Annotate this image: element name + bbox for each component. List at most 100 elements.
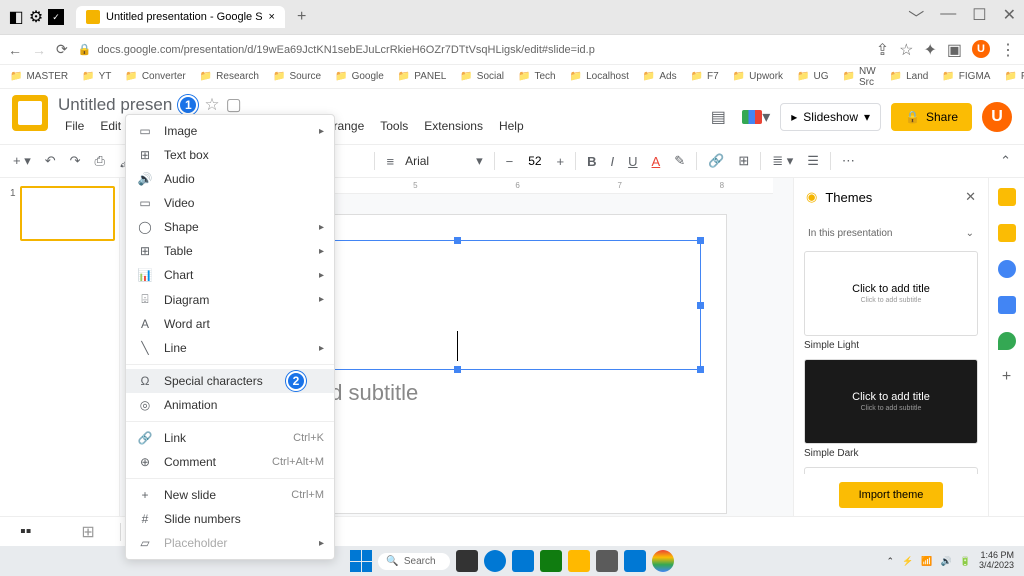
- task-app-icon[interactable]: [540, 550, 562, 572]
- browser-tab-active[interactable]: Untitled presentation - Google S ×: [76, 6, 285, 28]
- user-avatar[interactable]: U: [982, 102, 1012, 132]
- undo-icon[interactable]: ↶: [42, 150, 59, 172]
- link-icon[interactable]: 🔗: [705, 150, 727, 172]
- bookmark-item[interactable]: FIGMA: [942, 71, 990, 82]
- task-app-icon[interactable]: [456, 550, 478, 572]
- menu-edit[interactable]: Edit: [93, 117, 128, 135]
- font-size-input[interactable]: 52: [524, 154, 545, 168]
- ext-icon-1[interactable]: ◧: [8, 9, 24, 25]
- add-on-icon[interactable]: +: [998, 368, 1016, 386]
- menu-help[interactable]: Help: [492, 117, 531, 135]
- comment-history-icon[interactable]: ▤: [704, 103, 732, 131]
- menu-insert-image[interactable]: ▭Image▸: [126, 119, 334, 143]
- bookmark-item[interactable]: Source: [273, 71, 321, 82]
- maps-icon[interactable]: [998, 332, 1016, 350]
- align-icon[interactable]: ≣ ▾: [769, 150, 796, 172]
- theme-streamline[interactable]: Click to add title: [804, 467, 978, 474]
- menu-extensions[interactable]: Extensions: [417, 117, 490, 135]
- reader-icon[interactable]: ▣: [947, 40, 962, 60]
- bookmark-item[interactable]: Social: [460, 71, 504, 82]
- menu-insert-link[interactable]: 🔗LinkCtrl+K: [126, 426, 334, 450]
- menu-insert-animation[interactable]: ◎Animation: [126, 393, 334, 417]
- nav-back-icon[interactable]: ←: [8, 42, 22, 58]
- line-spacing-icon[interactable]: ☰: [804, 150, 822, 172]
- menu-insert-shape[interactable]: ◯Shape▸: [126, 215, 334, 239]
- filmstrip-view-icon[interactable]: ▪▪: [20, 523, 31, 541]
- comment-icon[interactable]: ⊞: [735, 150, 752, 172]
- share-button[interactable]: 🔒 Share: [891, 103, 972, 131]
- taskbar-search[interactable]: 🔍Search: [378, 553, 449, 570]
- nav-reload-icon[interactable]: ⟳: [56, 41, 68, 58]
- bookmark-item[interactable]: Localhost: [570, 71, 629, 82]
- print-icon[interactable]: ⎙: [92, 150, 108, 172]
- collapse-icon[interactable]: ⌃: [997, 150, 1014, 172]
- keep-icon[interactable]: [998, 224, 1016, 242]
- bookmark-item[interactable]: Land: [890, 71, 929, 82]
- bookmark-item[interactable]: YT: [82, 71, 111, 82]
- menu-insert-video[interactable]: ▭Video: [126, 191, 334, 215]
- chrome-icon[interactable]: [652, 550, 674, 572]
- theme-simple-light[interactable]: Click to add title Click to add subtitle: [804, 251, 978, 336]
- increase-size-icon[interactable]: +: [554, 151, 568, 172]
- menu-file[interactable]: File: [58, 117, 91, 135]
- bookmark-item[interactable]: Upwork: [733, 71, 783, 82]
- decrease-size-icon[interactable]: −: [503, 151, 517, 172]
- menu-insert-special-chars[interactable]: ΩSpecial characters2: [126, 369, 334, 393]
- menu-insert-audio[interactable]: 🔊Audio: [126, 167, 334, 191]
- url-field[interactable]: 🔒 docs.google.com/presentation/d/19wEa69…: [78, 43, 866, 56]
- new-slide-icon[interactable]: + ▾: [10, 150, 34, 172]
- bookmark-item[interactable]: PANEL: [398, 71, 447, 82]
- grid-view-icon[interactable]: ⊞: [81, 522, 94, 542]
- menu-insert-slidenumbers[interactable]: #Slide numbers: [126, 507, 334, 531]
- bookmark-item[interactable]: Google: [335, 71, 384, 82]
- window-close-icon[interactable]: ✕: [1003, 5, 1016, 29]
- redo-icon[interactable]: ↷: [67, 150, 84, 172]
- menu-insert-chart[interactable]: 📊Chart▸: [126, 263, 334, 287]
- chevron-down-icon[interactable]: ▾: [473, 150, 486, 172]
- more-icon[interactable]: ⋯: [839, 150, 858, 172]
- doc-title[interactable]: Untitled presen: [58, 95, 172, 115]
- themes-section-header[interactable]: In this presentation⌄: [804, 224, 978, 243]
- text-color-icon[interactable]: A: [649, 151, 664, 172]
- clock[interactable]: 1:46 PM 3/4/2023: [979, 551, 1014, 571]
- start-button[interactable]: [350, 550, 372, 572]
- window-minimize-icon[interactable]: —: [940, 5, 956, 29]
- bold-icon[interactable]: B: [584, 151, 599, 172]
- window-minimize-icon[interactable]: ﹀: [908, 5, 924, 29]
- bookmark-item[interactable]: NW Src: [843, 66, 876, 88]
- menu-insert-comment[interactable]: ⊕CommentCtrl+Alt+M: [126, 450, 334, 474]
- bookmark-item[interactable]: F7: [691, 71, 719, 82]
- extensions-icon[interactable]: ✦: [923, 40, 936, 60]
- slide-thumb-1[interactable]: [20, 186, 115, 241]
- bookmark-item[interactable]: Ads: [643, 71, 677, 82]
- move-doc-icon[interactable]: ▢: [226, 95, 242, 115]
- tab-close-icon[interactable]: ×: [269, 11, 275, 23]
- highlight-icon[interactable]: ✎: [671, 150, 688, 172]
- italic-icon[interactable]: I: [608, 151, 618, 172]
- close-themes-icon[interactable]: ✕: [965, 189, 976, 205]
- chrome-menu-icon[interactable]: ⋮: [1000, 40, 1016, 60]
- slides-logo-icon[interactable]: [12, 95, 48, 131]
- bookmark-item[interactable]: MASTER: [10, 71, 68, 82]
- bookmark-item[interactable]: Converter: [125, 71, 185, 82]
- slideshow-button[interactable]: ▸ Slideshow ▾: [780, 103, 881, 131]
- star-doc-icon[interactable]: ☆: [204, 95, 219, 115]
- menu-tools[interactable]: Tools: [373, 117, 415, 135]
- theme-simple-dark[interactable]: Click to add title Click to add subtitle: [804, 359, 978, 444]
- window-maximize-icon[interactable]: ☐: [972, 5, 986, 29]
- menu-insert-newslide[interactable]: +New slideCtrl+M: [126, 483, 334, 507]
- ext-icon-3[interactable]: ✓: [48, 9, 64, 25]
- fill-color-icon[interactable]: ≡: [383, 151, 397, 172]
- explorer-icon[interactable]: [568, 550, 590, 572]
- menu-insert-wordart[interactable]: AWord art: [126, 312, 334, 336]
- menu-insert-line[interactable]: ╲Line▸: [126, 336, 334, 360]
- menu-insert-diagram[interactable]: ⌹Diagram▸: [126, 287, 334, 312]
- font-select[interactable]: Arial: [405, 154, 465, 168]
- calendar-icon[interactable]: [998, 188, 1016, 206]
- bookmark-item[interactable]: FB: [1004, 71, 1024, 82]
- ext-icon-2[interactable]: ⚙: [28, 9, 44, 25]
- edge-icon[interactable]: [484, 550, 506, 572]
- meet-icon[interactable]: ▾: [742, 103, 770, 131]
- share-url-icon[interactable]: ⇪: [876, 40, 889, 60]
- contacts-icon[interactable]: [998, 296, 1016, 314]
